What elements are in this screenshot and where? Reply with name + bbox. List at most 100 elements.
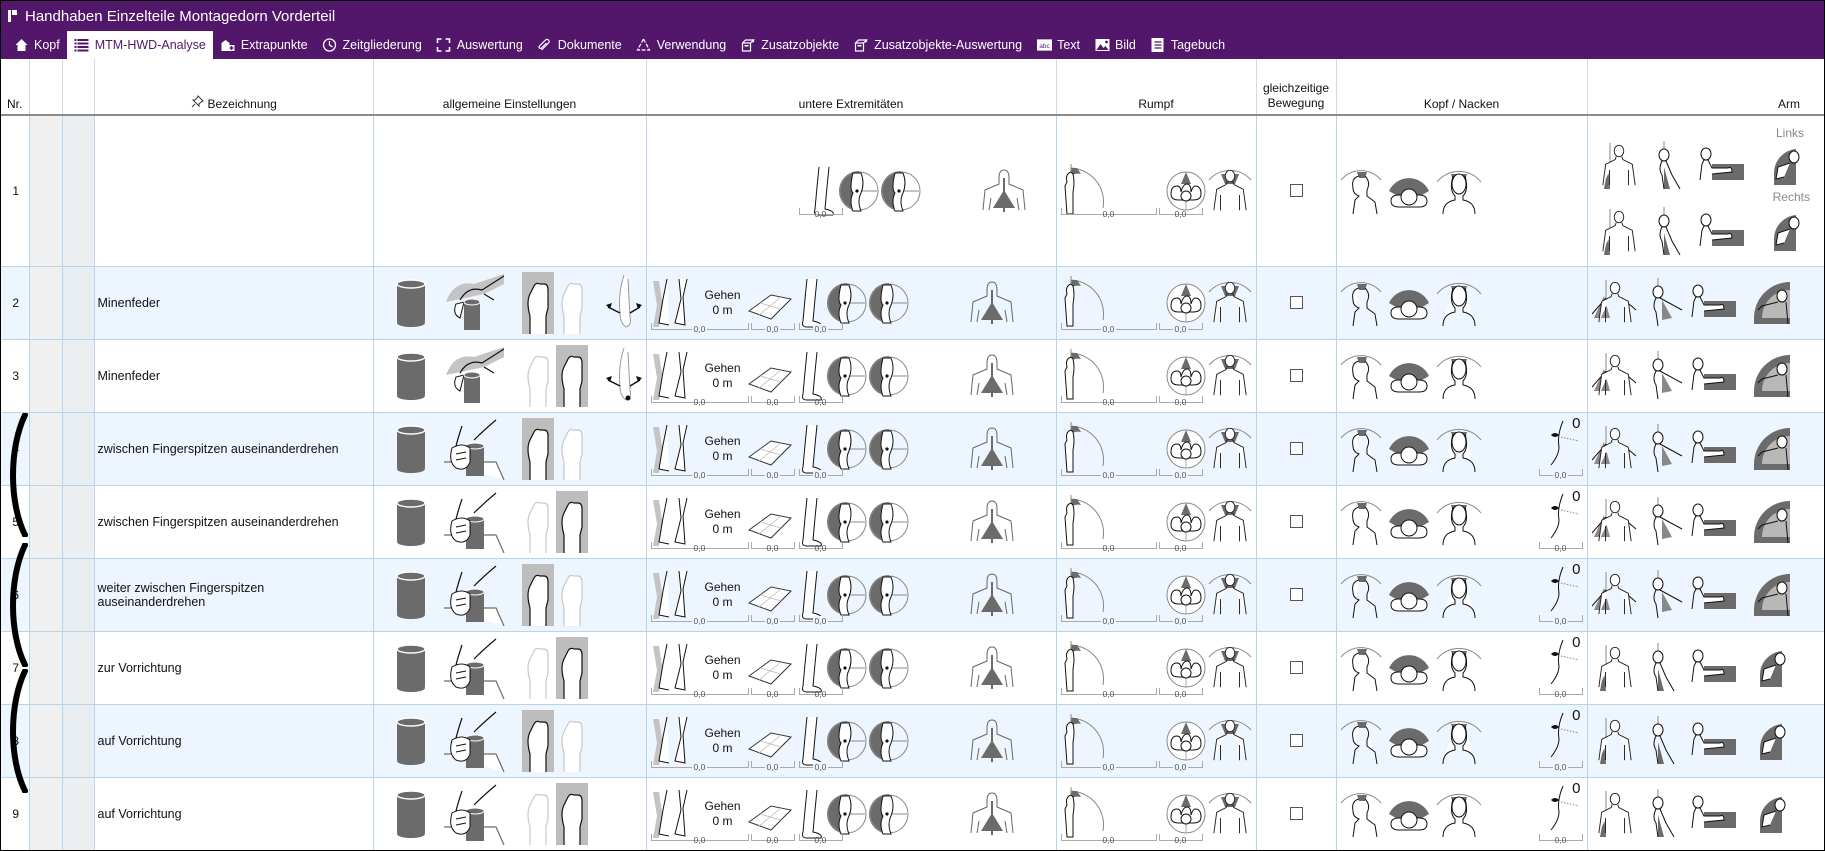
grip-side-icon[interactable] [443, 564, 506, 626]
walking-distance[interactable]: Gehen 0 m [701, 653, 745, 683]
arm-circle-wide-icon[interactable] [1752, 499, 1792, 545]
sub-marker-cell[interactable] [61, 704, 94, 778]
arm-reach-table-icon[interactable] [1690, 356, 1736, 396]
untere-extremitaeten-cell[interactable]: Gehen 0 m 0,0 0,0 0,0 [645, 558, 1056, 632]
trunk-side-bend-icon[interactable] [1207, 716, 1253, 766]
arm-circle-icon[interactable] [1752, 645, 1792, 691]
trunk-side-bend-icon[interactable] [1207, 789, 1253, 839]
arm-circle-wide-icon[interactable] [1752, 572, 1792, 618]
knee-bend-icon[interactable] [826, 573, 867, 617]
untere-extremitaeten-cell[interactable]: Gehen 0 m 0,0 0,0 0,0 [645, 485, 1056, 559]
head-side-bend-icon[interactable] [1435, 351, 1483, 401]
grip-side-icon[interactable] [443, 783, 506, 845]
arm-abduction-icon[interactable] [1591, 570, 1638, 620]
arm-circle-wide-icon[interactable] [1752, 280, 1792, 326]
kopf-nacken-cell[interactable] [1335, 115, 1587, 267]
bezeichnung-cell[interactable]: auf Vorrichtung [93, 704, 373, 778]
rumpf-cell[interactable]: 0,0 0,0 [1055, 631, 1256, 705]
right-hand-active-icon[interactable] [522, 782, 588, 845]
allgemein-cell[interactable] [372, 704, 646, 778]
spine-icon[interactable] [969, 645, 1015, 691]
grip-from-top-icon[interactable] [444, 272, 506, 334]
rumpf-cell[interactable]: 0,0 0,0 [1055, 412, 1256, 486]
arm-reach-table-icon[interactable] [1690, 502, 1736, 542]
bezeichnung-cell[interactable]: zwischen Fingerspitzen auseinanderdrehen [93, 412, 373, 486]
grip-side-icon[interactable] [443, 418, 506, 480]
arm-forward-raise-icon[interactable] [1644, 277, 1684, 328]
simultaneous-movement-checkbox[interactable] [1289, 734, 1303, 747]
bezeichnung-cell[interactable]: Minenfeder [93, 266, 373, 340]
knee-bend-icon[interactable] [826, 427, 867, 471]
kopf-nacken-cell[interactable] [1335, 266, 1587, 340]
arm-forward-raise-icon[interactable] [1644, 496, 1684, 547]
tab-mtm-hwd-analyse[interactable]: MTM-HWD-Analyse [66, 31, 213, 59]
floor-surface-icon[interactable] [747, 721, 793, 761]
arm-circle-wide-icon[interactable] [1752, 426, 1792, 472]
bezeichnung-cell[interactable]: zur Vorrichtung [93, 631, 373, 705]
sub-marker-cell[interactable] [61, 558, 94, 632]
knee-bend-icon[interactable] [868, 354, 909, 398]
trunk-rotation-icon[interactable] [1165, 428, 1207, 470]
group-marker-cell[interactable] [28, 266, 62, 340]
walking-icon[interactable] [649, 423, 699, 475]
kopf-nacken-cell[interactable]: 0 0,0 [1335, 412, 1587, 486]
head-side-bend-icon[interactable] [1435, 716, 1483, 766]
walking-icon[interactable] [649, 788, 699, 840]
floor-surface-icon[interactable] [747, 648, 793, 688]
trunk-rotation-icon[interactable] [1165, 720, 1207, 762]
object-cylinder-icon[interactable] [394, 788, 428, 840]
walking-distance[interactable]: Gehen 0 m [701, 507, 745, 537]
right-hand-active-icon[interactable] [522, 490, 588, 553]
knee-bend-icon[interactable] [826, 719, 867, 763]
head-side-bend-icon[interactable] [1435, 789, 1483, 839]
table-row[interactable]: 9 auf Vorrichtung Gehen 0 m 0,0 0,0 0,0 0,0… [1, 777, 1824, 850]
arm-abduction-icon[interactable] [1591, 278, 1638, 328]
head-tilt-icon[interactable] [1339, 351, 1383, 401]
untere-extremitaeten-cell[interactable]: Gehen 0 m 0,0 0,0 0,0 [645, 339, 1056, 413]
tab-auswertung[interactable]: Auswertung [429, 31, 530, 59]
group-marker-cell[interactable] [28, 412, 62, 486]
standing-leg-icon[interactable] [795, 350, 825, 402]
simultaneous-movement-checkbox[interactable] [1289, 588, 1303, 601]
arm-neutral-icon[interactable] [1592, 643, 1638, 693]
walking-distance[interactable]: Gehen 0 m [701, 288, 745, 318]
arm-cell[interactable] [1586, 339, 1824, 413]
tab-zeitgliederung[interactable]: Zeitgliederung [315, 31, 429, 59]
sub-marker-cell[interactable] [61, 115, 94, 267]
object-cylinder-icon[interactable] [394, 277, 428, 329]
col-header-nr[interactable]: Nr. [1, 59, 29, 116]
rumpf-cell[interactable]: 0,0 0,0 [1055, 704, 1256, 778]
sub-marker-cell[interactable] [61, 485, 94, 559]
knee-bend-icon[interactable] [868, 646, 909, 690]
knee-bend-icon[interactable] [868, 792, 909, 836]
arm-cell[interactable] [1586, 704, 1824, 778]
tab-zusatzobjekte[interactable]: Zusatzobjekte [733, 31, 846, 59]
trunk-rotation-icon[interactable] [1165, 793, 1207, 835]
allgemein-cell[interactable] [372, 631, 646, 705]
rumpf-cell[interactable]: 0,0 0,0 [1055, 485, 1256, 559]
grip-side-icon[interactable] [443, 491, 506, 553]
knee-bend-icon[interactable] [880, 169, 921, 213]
arm-reach-table-icon[interactable] [1690, 794, 1736, 834]
arm-forward-raise-icon[interactable] [1644, 423, 1684, 474]
head-tilt-icon[interactable] [1339, 570, 1383, 620]
trunk-side-bend-icon[interactable] [1207, 351, 1253, 401]
standing-leg-icon[interactable] [795, 642, 825, 694]
untere-extremitaeten-cell[interactable]: Gehen 0 m 0,0 0,0 0,0 [645, 266, 1056, 340]
trunk-side-bend-icon[interactable] [1207, 166, 1253, 216]
bezeichnung-cell[interactable]: auf Vorrichtung [93, 777, 373, 850]
kopf-nacken-cell[interactable] [1335, 339, 1587, 413]
standing-leg-icon[interactable] [795, 277, 825, 329]
spine-icon[interactable] [969, 791, 1015, 837]
col-header-gleichzeitig[interactable]: gleichzeitige Bewegung [1255, 59, 1336, 116]
arm-reach-table-icon[interactable] [1690, 283, 1736, 323]
allgemein-cell[interactable] [372, 339, 646, 413]
trunk-bend-icon[interactable] [1059, 567, 1107, 622]
spine-icon[interactable] [969, 280, 1015, 326]
table-row[interactable]: 2 Minenfeder Gehen 0 m 0,0 0,0 0,0 0,0 0,0 [1, 266, 1824, 340]
group-marker-cell[interactable] [28, 115, 62, 267]
walking-distance[interactable]: Gehen 0 m [701, 361, 745, 391]
trunk-rotation-icon[interactable] [1165, 647, 1207, 689]
col-header-untere[interactable]: untere Extremitäten [645, 59, 1056, 116]
standing-leg-icon[interactable] [795, 423, 825, 475]
